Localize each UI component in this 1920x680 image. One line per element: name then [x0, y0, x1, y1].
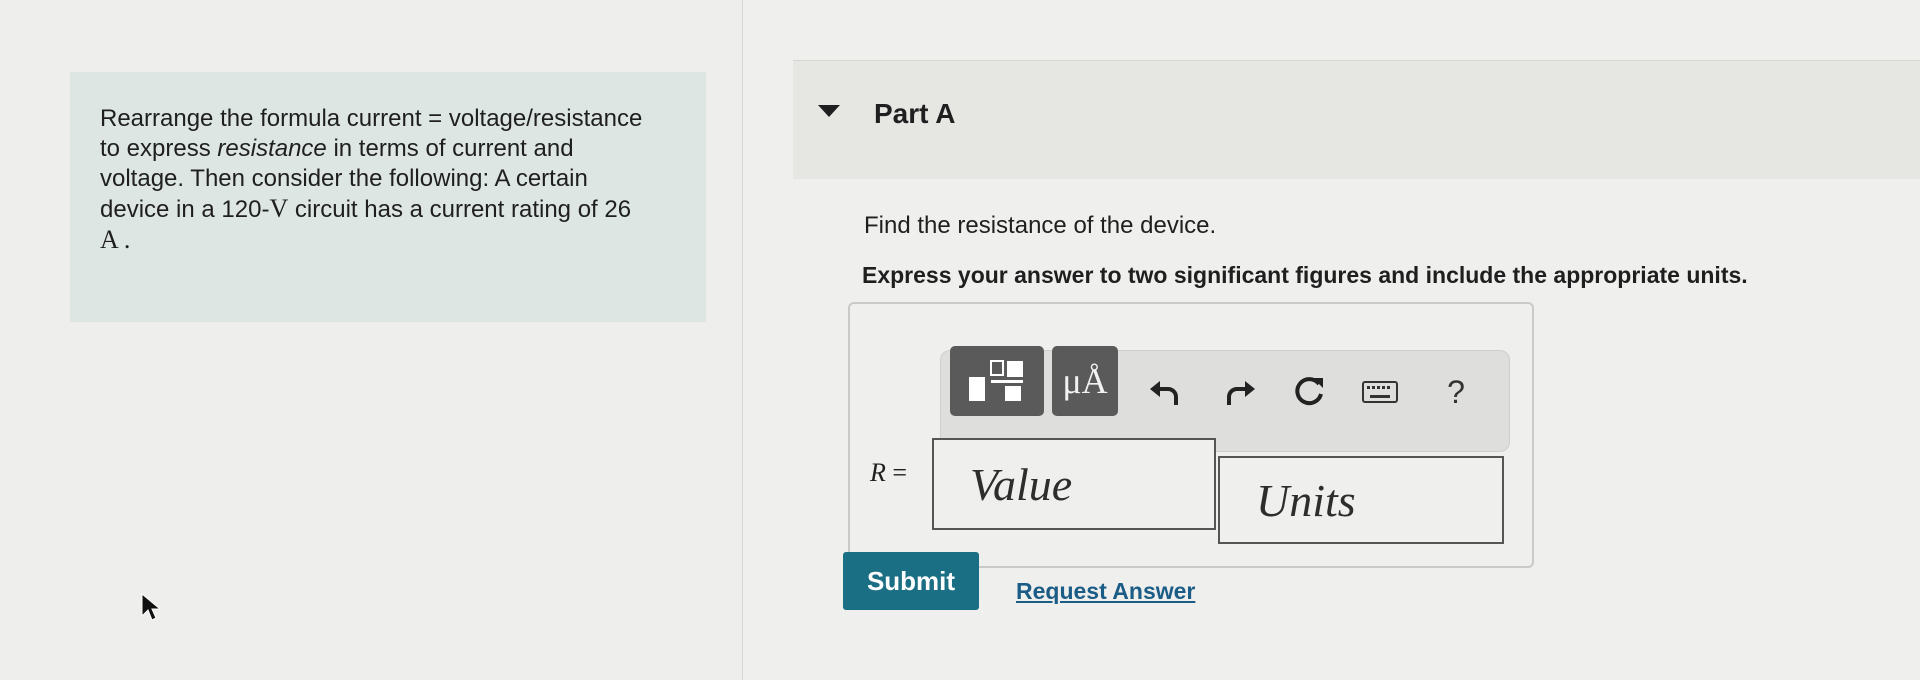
request-answer-link[interactable]: Request Answer: [1016, 578, 1195, 605]
intro-emphasis: resistance: [217, 135, 327, 162]
intro-line-1: Rearrange the formula current = voltage/…: [100, 105, 643, 132]
value-input[interactable]: [932, 438, 1216, 530]
redo-button[interactable]: [1220, 372, 1260, 412]
reset-icon: [1295, 377, 1323, 406]
units-button[interactable]: μÅ: [1052, 346, 1118, 416]
templates-button[interactable]: [950, 346, 1044, 416]
undo-button[interactable]: [1145, 372, 1185, 412]
intro-line-2-pre: to express: [100, 135, 218, 162]
help-icon: ?: [1447, 373, 1465, 410]
answer-instruction: Express your answer to two significant f…: [862, 262, 1748, 288]
redo-icon: [1227, 381, 1255, 405]
mouse-cursor-icon: [141, 592, 162, 621]
answer-variable-label: R =: [870, 458, 907, 488]
keyboard-icon: [1362, 381, 1398, 403]
intro-line-4-post: circuit has a current rating of 26: [288, 196, 632, 223]
equals-sign: =: [892, 458, 908, 487]
templates-icon: [969, 360, 1023, 401]
undo-icon: [1150, 381, 1178, 405]
units-input[interactable]: [1218, 456, 1504, 544]
intro-line-2: to express resistance in terms of curren…: [100, 134, 678, 164]
part-header[interactable]: [793, 60, 1920, 179]
reset-button[interactable]: [1289, 372, 1329, 412]
intro-line-2-post: in terms of current and: [326, 135, 574, 162]
intro-line-4-pre: device in a 120-: [100, 196, 270, 223]
problem-intro-box: Rearrange the formula current = voltage/…: [70, 72, 706, 322]
part-title[interactable]: Part A: [874, 98, 955, 130]
help-button[interactable]: ?: [1436, 372, 1476, 412]
intro-line-3: voltage. Then consider the following: A …: [100, 165, 588, 192]
problem-intro-pane: Rearrange the formula current = voltage/…: [0, 0, 743, 680]
question-text: Find the resistance of the device.: [864, 212, 1217, 239]
current-unit: A .: [100, 225, 131, 254]
collapse-caret-icon[interactable]: [818, 105, 840, 117]
submit-button[interactable]: Submit: [843, 552, 979, 610]
intro-line-4: device in a 120-V circuit has a current …: [100, 194, 678, 225]
variable-symbol: R: [870, 458, 886, 487]
voltage-unit: V: [269, 194, 289, 223]
keyboard-button[interactable]: [1360, 372, 1400, 412]
units-icon: μÅ: [1062, 361, 1108, 401]
